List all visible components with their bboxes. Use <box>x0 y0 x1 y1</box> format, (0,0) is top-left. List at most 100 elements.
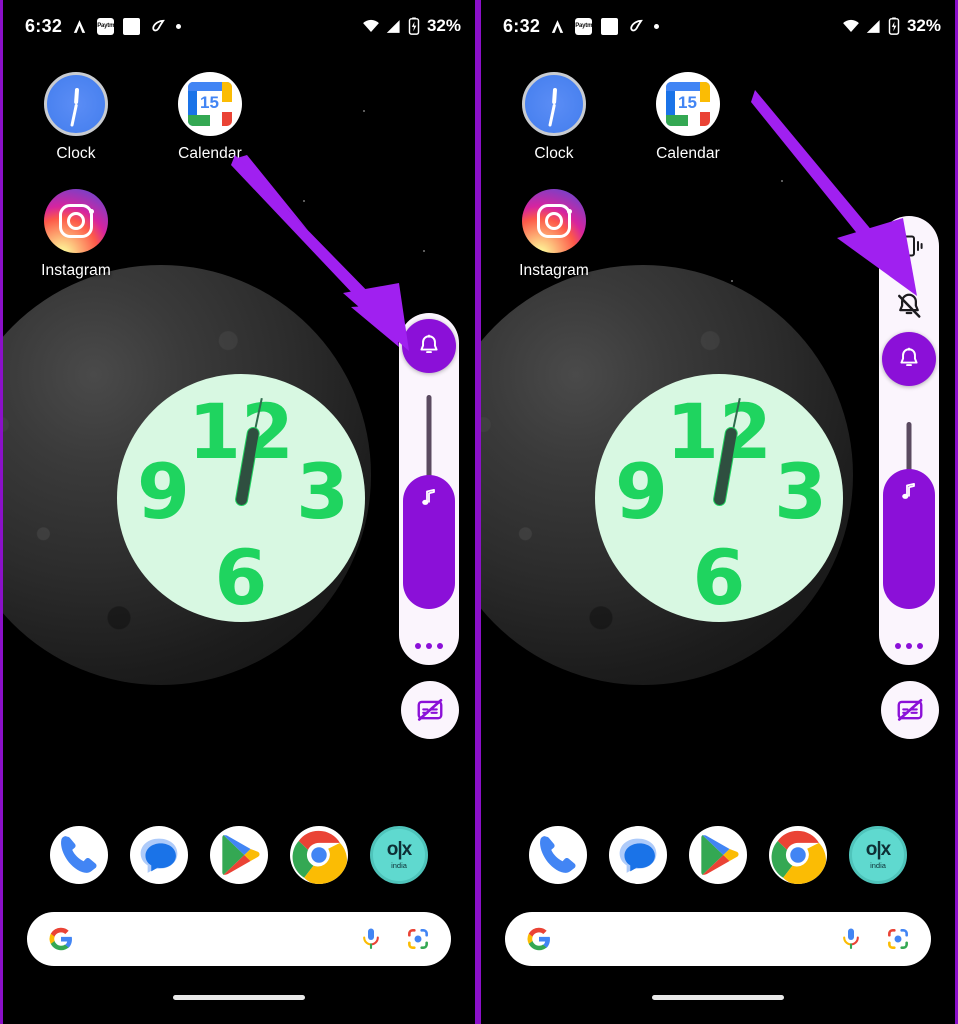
clock-widget-right[interactable]: 12 3 6 9 <box>595 374 843 622</box>
chrome-app-icon[interactable] <box>769 826 827 884</box>
instagram-app-icon[interactable] <box>44 189 108 253</box>
status-time: 6:32 <box>503 15 541 36</box>
captions-off-icon <box>897 698 923 721</box>
phone-app-icon[interactable] <box>529 826 587 884</box>
app-instagram[interactable]: Instagram <box>499 189 609 280</box>
app-clock[interactable]: Clock <box>499 72 609 163</box>
status-bar-right: 6:32 Paytm 32% <box>481 0 955 52</box>
clock-widget-left[interactable]: 12 3 6 9 <box>117 374 365 622</box>
microphone-icon[interactable] <box>359 926 383 952</box>
battery-percent: 32% <box>906 16 941 35</box>
mute-mode-button[interactable] <box>887 284 931 328</box>
calendar-app-icon[interactable]: 15 <box>656 72 720 136</box>
volume-slider-left[interactable] <box>403 373 455 643</box>
phone-app-icon[interactable] <box>50 826 108 884</box>
music-note-icon <box>902 483 915 499</box>
cred-icon <box>71 18 88 35</box>
play-store-app-icon[interactable] <box>210 826 268 884</box>
vibrate-mode-button[interactable] <box>887 224 931 268</box>
wifi-icon <box>842 19 860 33</box>
cred-icon <box>549 18 566 35</box>
bell-mute-icon <box>898 293 921 318</box>
clock-app-icon[interactable] <box>44 72 108 136</box>
calendar-app-icon[interactable]: 15 <box>178 72 242 136</box>
battery-charging-icon <box>408 17 420 35</box>
calendar-date: 15 <box>197 91 222 115</box>
dock-left: o|x india <box>3 826 475 884</box>
app-calendar[interactable]: 15 Calendar <box>633 72 743 163</box>
clock-center-pin <box>715 494 723 502</box>
home-indicator-right[interactable] <box>652 995 784 1000</box>
volume-slider-thumb[interactable] <box>403 475 455 609</box>
bell-ring-icon <box>420 334 438 354</box>
battery-charging-icon <box>888 17 900 35</box>
home-indicator-left[interactable] <box>173 995 305 1000</box>
ringer-mode-options <box>887 224 931 328</box>
phone-screenshot-left: 6:32 Paytm 32% Clock 15 Calendar Instagr… <box>0 0 478 1024</box>
microphone-icon[interactable] <box>839 926 863 952</box>
dot-icon <box>176 23 182 29</box>
app-label-clock: Clock <box>56 145 96 162</box>
clock-numeral-12: 12 <box>188 387 294 476</box>
calendar-date: 15 <box>675 91 700 115</box>
bell-ring-icon <box>900 347 918 367</box>
app-row-1: Clock 15 Calendar <box>481 72 955 163</box>
olx-logo-subtext: india <box>391 861 407 870</box>
volume-ring-button[interactable] <box>402 319 456 373</box>
signal-icon <box>386 19 402 34</box>
messages-app-icon[interactable] <box>609 826 667 884</box>
volume-more-button[interactable] <box>415 643 443 665</box>
messages-app-icon[interactable] <box>130 826 188 884</box>
status-bar-left: 6:32 Paytm 32% <box>3 0 475 52</box>
app-label-calendar: Calendar <box>656 145 720 162</box>
clock-numeral-3: 3 <box>774 447 827 536</box>
paytm-icon: Paytm <box>97 17 114 35</box>
captions-toggle-left[interactable] <box>401 681 459 739</box>
google-search-bar-left[interactable] <box>27 912 451 966</box>
ring-mode-button[interactable] <box>882 332 936 386</box>
clock-numeral-3: 3 <box>296 447 349 536</box>
volume-slider-right[interactable] <box>883 386 935 643</box>
clock-numeral-12: 12 <box>666 387 772 476</box>
olx-app-icon[interactable]: o|x india <box>849 826 907 884</box>
music-note-icon <box>422 489 435 505</box>
app-label-calendar: Calendar <box>178 145 242 162</box>
volume-panel-right[interactable] <box>879 216 939 665</box>
white-square-icon <box>123 17 141 35</box>
google-search-bar-right[interactable] <box>505 912 931 966</box>
clock-numeral-6: 6 <box>214 533 268 622</box>
dock-right: o|x india <box>481 826 955 884</box>
olx-logo-subtext: india <box>870 861 886 870</box>
instagram-app-icon[interactable] <box>522 189 586 253</box>
airtel-icon <box>627 17 645 35</box>
clock-numeral-6: 6 <box>692 533 746 622</box>
captions-toggle-right[interactable] <box>881 681 939 739</box>
olx-app-icon[interactable]: o|x india <box>370 826 428 884</box>
dot-icon <box>654 23 660 29</box>
volume-panel-left[interactable] <box>399 313 459 665</box>
volume-more-button[interactable] <box>895 643 923 665</box>
google-g-icon <box>525 925 553 953</box>
app-calendar[interactable]: 15 Calendar <box>155 72 265 163</box>
play-store-app-icon[interactable] <box>689 826 747 884</box>
google-lens-icon[interactable] <box>885 926 911 952</box>
paytm-icon: Paytm <box>575 17 592 35</box>
olx-logo-text: o|x <box>386 839 412 860</box>
signal-icon <box>866 19 882 34</box>
app-label-instagram: Instagram <box>41 262 111 279</box>
comparison-screenshot: 6:32 Paytm 32% Clock 15 Calendar Instagr… <box>0 0 958 1024</box>
app-row-2: Instagram <box>3 189 475 280</box>
clock-app-icon[interactable] <box>522 72 586 136</box>
battery-percent: 32% <box>426 16 461 35</box>
app-clock[interactable]: Clock <box>21 72 131 163</box>
app-instagram[interactable]: Instagram <box>21 189 131 280</box>
captions-off-icon <box>417 698 443 721</box>
clock-center-pin <box>237 494 245 502</box>
vibrate-icon <box>895 235 923 257</box>
clock-numeral-9: 9 <box>137 447 190 536</box>
google-lens-icon[interactable] <box>405 926 431 952</box>
volume-slider-thumb[interactable] <box>883 469 935 609</box>
airtel-icon <box>149 17 167 35</box>
app-grid-left: Clock 15 Calendar Instagram <box>3 72 475 280</box>
chrome-app-icon[interactable] <box>290 826 348 884</box>
